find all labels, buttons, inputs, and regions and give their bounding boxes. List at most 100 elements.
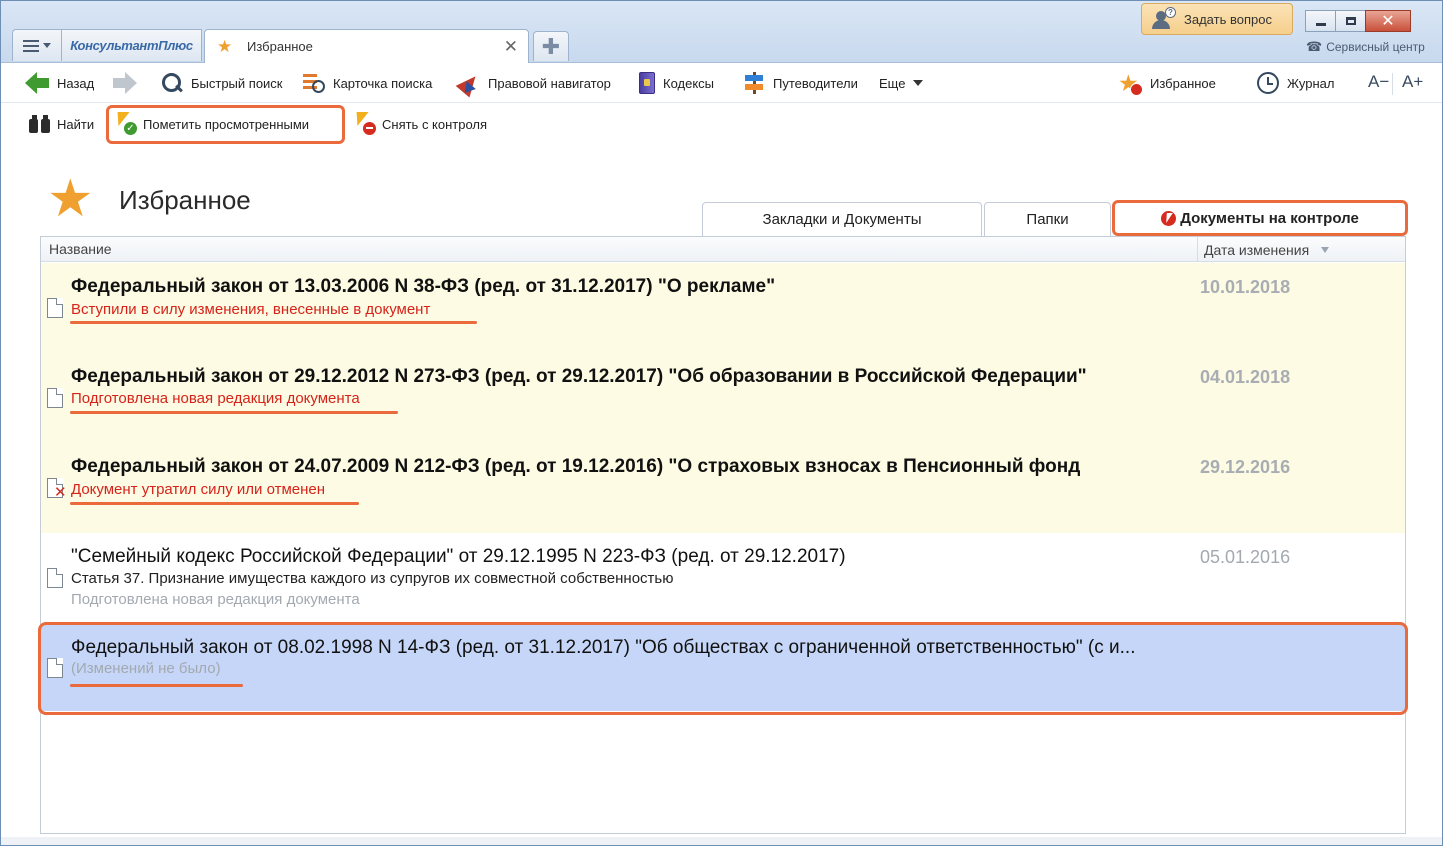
app-window: КонсультантПлюс ★ Избранное ✕ ✚ ? Задать… bbox=[0, 0, 1443, 846]
highlight-selected-row bbox=[38, 622, 1408, 715]
table-row[interactable]: Федеральный закон от 13.03.2006 N 38-ФЗ … bbox=[41, 263, 1405, 353]
tab-close-icon[interactable]: ✕ bbox=[504, 37, 518, 57]
row-status: Подготовлена новая редакция документа bbox=[71, 591, 360, 608]
row-date: 29.12.2016 bbox=[1200, 457, 1291, 477]
tab-title: Избранное bbox=[247, 39, 313, 54]
page-star-icon: ★ bbox=[47, 170, 94, 228]
document-icon bbox=[47, 568, 63, 588]
main-toolbar: Назад Быстрый поиск Карточка поиска Прав… bbox=[1, 63, 1442, 103]
tab-strip: КонсультантПлюс ★ Избранное ✕ ✚ ? Задать… bbox=[1, 1, 1442, 63]
main-menu-button[interactable] bbox=[12, 29, 62, 61]
clock-icon bbox=[1257, 72, 1279, 94]
toolbar-divider bbox=[1392, 73, 1393, 95]
row-status: Вступили в силу изменения, внесенные в д… bbox=[71, 301, 431, 318]
row-date: 04.01.2018 bbox=[1200, 367, 1291, 387]
column-header-date[interactable]: Дата изменения bbox=[1197, 237, 1405, 262]
service-center-link[interactable]: ☎ Сервисный центр bbox=[1306, 39, 1425, 55]
column-header-date-label: Дата изменения bbox=[1204, 241, 1310, 258]
chevron-down-icon bbox=[913, 80, 924, 86]
minimize-icon bbox=[1315, 22, 1326, 26]
maximize-icon bbox=[1345, 17, 1356, 25]
font-larger-button[interactable]: A+ bbox=[1402, 72, 1423, 96]
new-tab-button[interactable]: ✚ bbox=[533, 31, 569, 61]
font-smaller-button[interactable]: A− bbox=[1368, 72, 1389, 96]
compass-icon bbox=[458, 72, 480, 94]
codes-label: Кодексы bbox=[663, 75, 715, 91]
ask-question-button[interactable]: ? Задать вопрос bbox=[1141, 3, 1293, 35]
back-button[interactable]: Назад bbox=[25, 63, 94, 103]
row-title: Федеральный закон от 13.03.2006 N 38-ФЗ … bbox=[71, 276, 776, 297]
guides-label: Путеводители bbox=[773, 75, 858, 91]
brand-tab[interactable]: КонсультантПлюс bbox=[62, 29, 202, 61]
close-window-button[interactable]: ✕ bbox=[1365, 10, 1411, 32]
history-button[interactable]: Журнал bbox=[1257, 63, 1334, 103]
row-status: Подготовлена новая редакция документа bbox=[71, 390, 360, 407]
find-label: Найти bbox=[57, 116, 95, 132]
tab-controlled-documents[interactable]: Документы на контроле bbox=[1112, 200, 1408, 236]
codex-book-icon bbox=[639, 72, 655, 94]
controlled-documents-table: Название Дата изменения Федеральный зако… bbox=[40, 236, 1406, 834]
phone-icon: ☎ bbox=[1306, 39, 1323, 54]
table-row[interactable]: ✕ Федеральный закон от 24.07.2009 N 212-… bbox=[41, 443, 1405, 533]
remove-control-label: Снять с контроля bbox=[382, 116, 488, 132]
column-header-name[interactable]: Название bbox=[49, 241, 112, 257]
tab-bookmarks-documents[interactable]: Закладки и Документы bbox=[702, 202, 982, 236]
row-date: 10.01.2018 bbox=[1200, 277, 1291, 297]
quick-search-button[interactable]: Быстрый поиск bbox=[161, 63, 283, 103]
bolt-remove-icon bbox=[352, 112, 376, 136]
tab-favorites[interactable]: ★ Избранное ✕ bbox=[204, 29, 529, 63]
underline-mark bbox=[70, 321, 477, 324]
table-header: Название Дата изменения bbox=[41, 237, 1405, 262]
favorites-button[interactable]: ★ Избранное bbox=[1118, 63, 1216, 103]
hamburger-icon bbox=[23, 39, 39, 52]
maximize-button[interactable] bbox=[1335, 10, 1366, 32]
arrow-left-icon bbox=[25, 72, 49, 94]
codes-button[interactable]: Кодексы bbox=[639, 63, 714, 103]
favorites-star-icon: ★ bbox=[1118, 71, 1143, 96]
forward-button[interactable] bbox=[113, 63, 137, 103]
legal-navigator-button[interactable]: Правовой навигатор bbox=[458, 63, 611, 103]
window-controls: ✕ bbox=[1305, 10, 1411, 32]
remove-control-button[interactable]: Снять с контроля bbox=[352, 104, 487, 144]
search-icon bbox=[161, 72, 183, 94]
cancelled-x-icon: ✕ bbox=[54, 484, 67, 501]
history-label: Журнал bbox=[1287, 75, 1335, 91]
row-date: 05.01.2016 bbox=[1200, 547, 1291, 567]
find-button[interactable]: Найти bbox=[29, 104, 94, 144]
document-icon bbox=[47, 298, 63, 318]
tab-folders[interactable]: Папки bbox=[984, 202, 1111, 236]
legal-navigator-label: Правовой навигатор bbox=[488, 75, 611, 91]
back-label: Назад bbox=[57, 75, 95, 91]
table-row[interactable]: Федеральный закон от 29.12.2012 N 273-ФЗ… bbox=[41, 353, 1405, 443]
favorites-label: Избранное bbox=[1150, 75, 1216, 91]
arrow-right-icon bbox=[113, 72, 137, 94]
more-dropdown[interactable]: Еще bbox=[879, 63, 924, 103]
alert-icon bbox=[1161, 210, 1177, 226]
page-title: Избранное bbox=[119, 185, 251, 215]
search-card-icon bbox=[303, 72, 325, 94]
sort-icon bbox=[1321, 246, 1330, 253]
search-card-label: Карточка поиска bbox=[333, 75, 433, 91]
more-label: Еще bbox=[879, 75, 906, 91]
search-card-button[interactable]: Карточка поиска bbox=[303, 63, 432, 103]
row-title: Федеральный закон от 29.12.2012 N 273-ФЗ… bbox=[71, 366, 1087, 387]
row-title: "Семейный кодекс Российской Федерации" о… bbox=[71, 546, 846, 567]
consultant-icon: ? bbox=[1152, 7, 1176, 29]
minimize-button[interactable] bbox=[1305, 10, 1336, 32]
document-icon bbox=[47, 388, 63, 408]
chevron-down-icon bbox=[43, 43, 51, 48]
signpost-icon bbox=[743, 72, 765, 94]
row-title: Федеральный закон от 24.07.2009 N 212-ФЗ… bbox=[71, 456, 1081, 477]
service-center-label: Сервисный центр bbox=[1326, 40, 1425, 54]
star-icon: ★ bbox=[217, 36, 233, 56]
table-row[interactable]: "Семейный кодекс Российской Федерации" о… bbox=[41, 533, 1405, 623]
underline-mark bbox=[70, 411, 398, 414]
tab-controlled-documents-label: Документы на контроле bbox=[1180, 209, 1359, 227]
quick-search-label: Быстрый поиск bbox=[191, 75, 283, 91]
row-subtitle: Статья 37. Признание имущества каждого и… bbox=[71, 570, 674, 587]
underline-mark bbox=[70, 502, 359, 505]
ask-question-label: Задать вопрос bbox=[1184, 11, 1272, 27]
binoculars-icon bbox=[29, 115, 51, 133]
row-status: Документ утратил силу или отменен bbox=[71, 481, 326, 498]
guides-button[interactable]: Путеводители bbox=[743, 63, 858, 103]
